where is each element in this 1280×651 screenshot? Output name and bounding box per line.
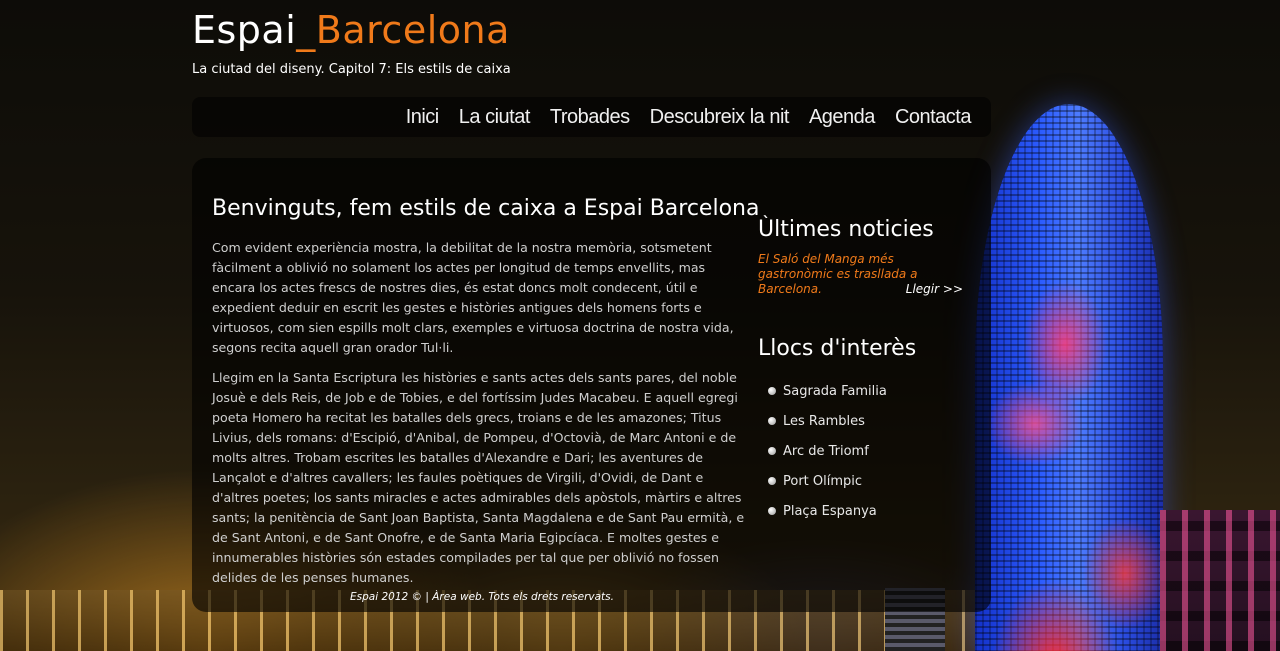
nav-item-inici[interactable]: Inici bbox=[406, 106, 440, 129]
site-subtitle: La ciutad del diseny. Capitol 7: Els est… bbox=[192, 62, 511, 77]
site-title[interactable]: Espai_Barcelona bbox=[192, 8, 510, 52]
nav-item-la-ciutat[interactable]: La ciutat bbox=[459, 106, 531, 129]
main-navigation: Inici La ciutat Trobades Descubreix la n… bbox=[192, 97, 991, 137]
place-label: Port Olímpic bbox=[783, 473, 863, 489]
place-label: Arc de Triomf bbox=[783, 443, 869, 459]
nav-item-agenda[interactable]: Agenda bbox=[809, 106, 875, 129]
main-paragraph-2: Llegim en la Santa Escriptura les històr… bbox=[212, 370, 745, 585]
background-building-right bbox=[1160, 510, 1280, 651]
bullet-icon bbox=[768, 417, 776, 425]
nav-items: Inici La ciutat Trobades Descubreix la n… bbox=[406, 97, 972, 137]
place-item-sagrada-familia[interactable]: Sagrada Familia bbox=[768, 376, 887, 406]
site-title-accent: _Barcelona bbox=[296, 8, 510, 52]
main-paragraph-1: Com evident experiència mostra, la debil… bbox=[212, 240, 734, 355]
place-item-port-olimpic[interactable]: Port Olímpic bbox=[768, 466, 887, 496]
footer-copyright: Espai 2012 © | Àrea web. Tots els drets … bbox=[350, 591, 614, 603]
bullet-icon bbox=[768, 447, 776, 455]
place-label: Plaça Espanya bbox=[783, 503, 877, 519]
nav-item-contacta[interactable]: Contacta bbox=[895, 106, 972, 129]
bullet-icon bbox=[768, 477, 776, 485]
bullet-icon bbox=[768, 507, 776, 515]
news-heading: Ùltimes noticies bbox=[758, 217, 934, 242]
place-item-placa-espanya[interactable]: Plaça Espanya bbox=[768, 496, 887, 526]
background-tower bbox=[975, 104, 1163, 651]
place-item-arc-de-triomf[interactable]: Arc de Triomf bbox=[768, 436, 887, 466]
nav-item-descubreix-la-nit[interactable]: Descubreix la nit bbox=[650, 106, 790, 129]
bullet-icon bbox=[768, 387, 776, 395]
place-label: Sagrada Familia bbox=[783, 383, 887, 399]
places-list: Sagrada Familia Les Rambles Arc de Triom… bbox=[768, 376, 887, 526]
places-heading: Llocs d'interès bbox=[758, 336, 917, 361]
read-more-link[interactable]: Llegir >> bbox=[880, 282, 963, 296]
site-title-main: Espai bbox=[192, 8, 297, 52]
place-item-les-rambles[interactable]: Les Rambles bbox=[768, 406, 887, 436]
main-heading: Benvinguts, fem estils de caixa a Espai … bbox=[212, 196, 760, 221]
place-label: Les Rambles bbox=[783, 413, 865, 429]
nav-item-trobades[interactable]: Trobades bbox=[550, 106, 630, 129]
